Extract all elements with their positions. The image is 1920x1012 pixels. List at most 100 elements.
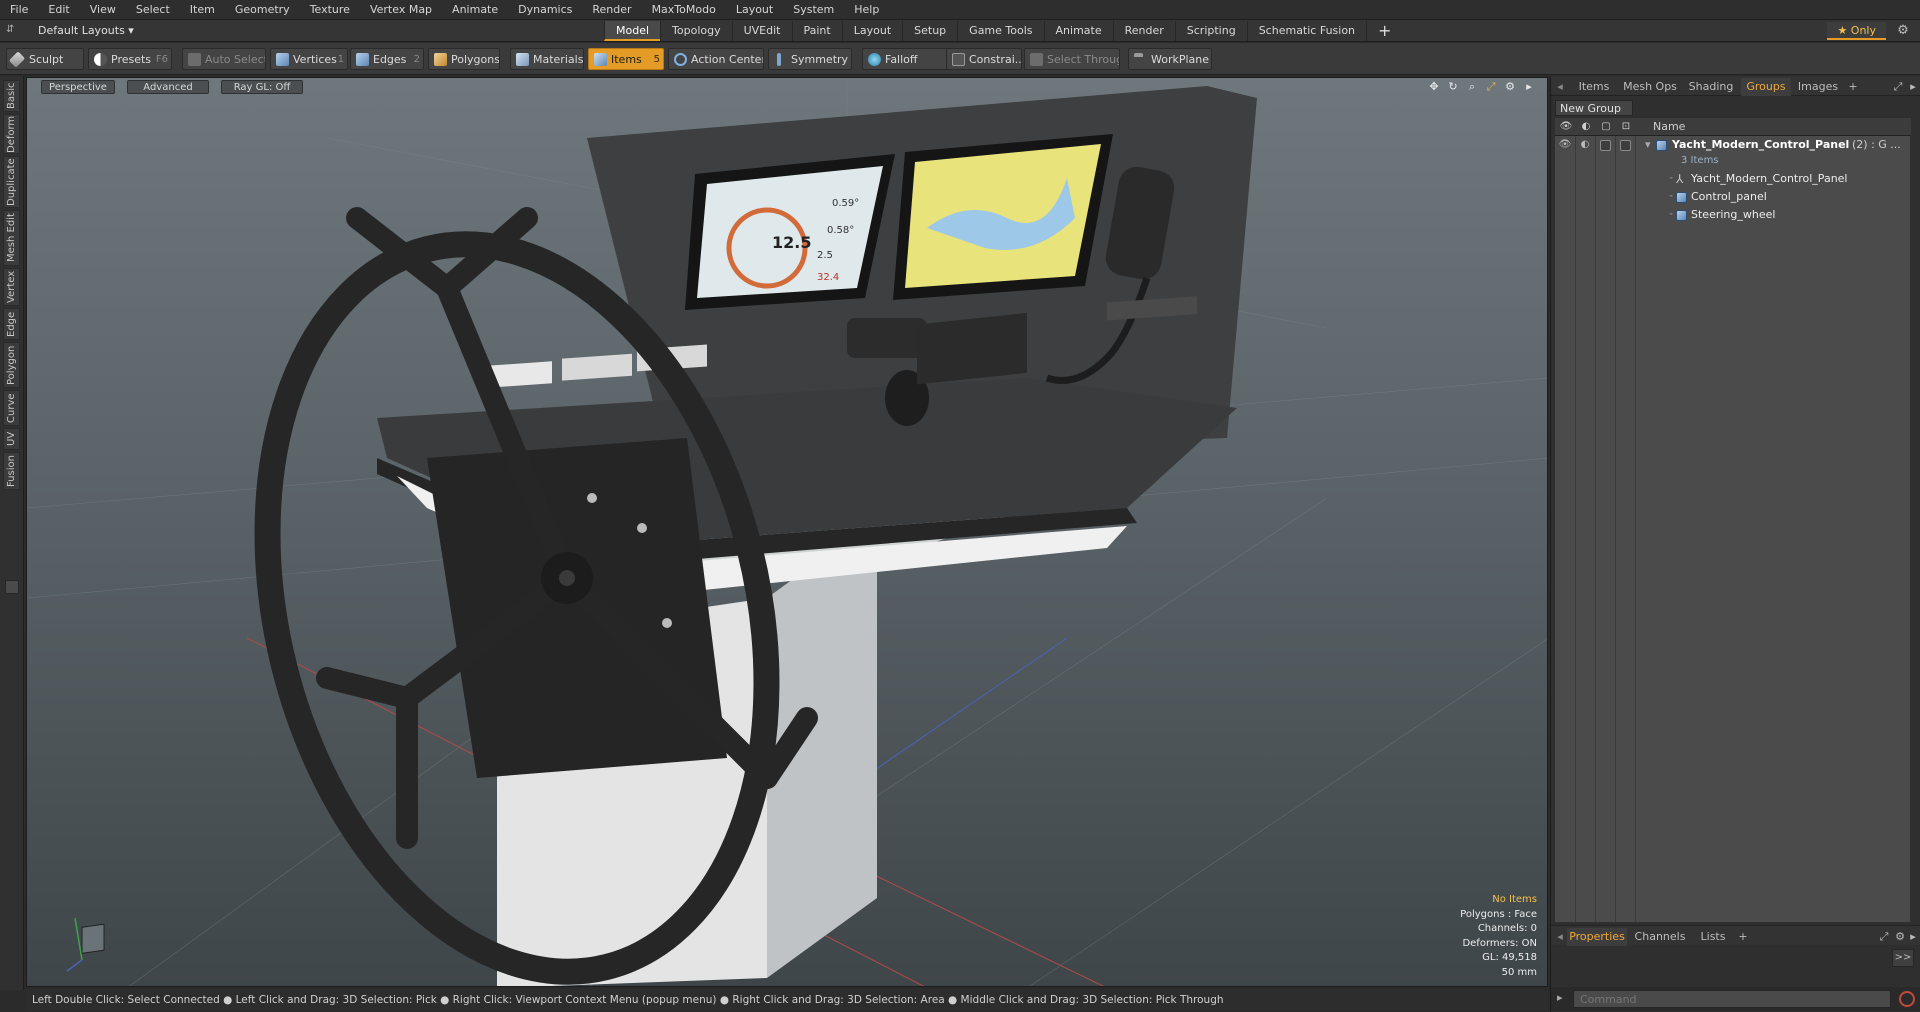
tab-schematic-fusion[interactable]: Schematic Fusion	[1246, 21, 1366, 41]
falloff-button[interactable]: Falloff	[862, 48, 948, 70]
lock-checkbox[interactable]	[1600, 140, 1611, 151]
command-history-arrow-icon[interactable]: ▸	[1557, 991, 1563, 1004]
constraints-button[interactable]: Constrai...	[946, 48, 1022, 70]
menu-item[interactable]: Item	[180, 0, 225, 20]
vertices-button[interactable]: Vertices 1	[270, 48, 348, 70]
edges-button[interactable]: Edges 2	[350, 48, 424, 70]
rotate-icon[interactable]: ↻	[1445, 80, 1461, 94]
tab-game-tools[interactable]: Game Tools	[957, 21, 1043, 41]
select-column-icon[interactable]: ⊡	[1619, 120, 1633, 134]
tab-lists[interactable]: Lists	[1693, 928, 1733, 946]
tab-groups[interactable]: Groups	[1741, 78, 1791, 96]
3d-viewport[interactable]: 0.59° 0.58° 12.5 2.5 32.4 Perspective Ad…	[26, 77, 1548, 987]
list-item[interactable]: ╶ Steering_wheel	[1555, 206, 1911, 224]
name-column-header[interactable]: Name	[1653, 118, 1685, 136]
menu-select[interactable]: Select	[126, 0, 180, 20]
vtab-mesh-edit[interactable]: Mesh Edit	[3, 210, 20, 266]
tab-paint[interactable]: Paint	[791, 21, 842, 41]
layout-dropdown[interactable]: Default Layouts ▾	[22, 22, 144, 40]
add-panel-tab-button[interactable]: +	[1845, 78, 1861, 96]
tab-model[interactable]: Model	[604, 21, 661, 41]
viewport-gear-icon[interactable]: ⚙	[1502, 80, 1518, 94]
advanced-dropdown[interactable]: Advanced	[127, 80, 209, 94]
maximize-icon[interactable]: ⤢	[1891, 78, 1905, 96]
tab-scripting[interactable]: Scripting	[1174, 21, 1247, 41]
vtab-uv[interactable]: UV	[3, 428, 20, 450]
materials-button[interactable]: Materials	[510, 48, 584, 70]
menu-dynamics[interactable]: Dynamics	[508, 0, 582, 20]
list-scrollbar[interactable]	[1910, 136, 1918, 922]
vtab-fusion[interactable]: Fusion	[3, 452, 20, 490]
select-through-button[interactable]: Select Through	[1024, 48, 1120, 70]
vtab-duplicate[interactable]: Duplicate	[3, 156, 20, 208]
vtab-curve[interactable]: Curve	[3, 390, 20, 426]
view-mode-dropdown[interactable]: Perspective	[41, 80, 115, 94]
menu-system[interactable]: System	[783, 0, 844, 20]
vtab-vertex[interactable]: Vertex	[3, 268, 20, 306]
menu-layout[interactable]: Layout	[726, 0, 783, 20]
tab-items[interactable]: Items	[1571, 78, 1617, 96]
tab-channels[interactable]: Channels	[1631, 928, 1689, 946]
panel-collapse-icon[interactable]: ◂	[1555, 78, 1565, 96]
expand-button[interactable]: >>	[1892, 949, 1914, 967]
tab-properties[interactable]: Properties	[1567, 928, 1627, 946]
menu-view[interactable]: View	[80, 0, 126, 20]
tab-layout[interactable]: Layout	[841, 21, 902, 41]
viewport-menu-arrow-icon[interactable]: ▸	[1521, 80, 1537, 94]
vtab-polygon[interactable]: Polygon	[3, 342, 20, 388]
menu-help[interactable]: Help	[844, 0, 889, 20]
properties-collapse-icon[interactable]: ◂	[1555, 928, 1565, 946]
properties-gear-icon[interactable]: ⚙	[1893, 928, 1907, 946]
list-item[interactable]: ╶ ⅄ Yacht_Modern_Control_Panel	[1555, 170, 1911, 188]
zoom-icon[interactable]: ⌕	[1464, 80, 1480, 94]
command-input[interactable]	[1573, 990, 1891, 1008]
select-checkbox[interactable]	[1620, 140, 1631, 151]
menu-texture[interactable]: Texture	[300, 0, 360, 20]
menu-render[interactable]: Render	[582, 0, 641, 20]
presets-button[interactable]: Presets F6	[88, 48, 172, 70]
ray-gl-toggle[interactable]: Ray GL: Off	[221, 80, 303, 94]
properties-maximize-icon[interactable]: ⤢	[1877, 928, 1891, 946]
items-button[interactable]: Items 5	[588, 48, 664, 70]
menu-maxtomodo[interactable]: MaxToModo	[642, 0, 726, 20]
tab-uvedit[interactable]: UVEdit	[731, 21, 792, 41]
panel-toggle-button[interactable]	[5, 580, 19, 594]
menu-file[interactable]: File	[0, 0, 38, 20]
layout-arrows-icon[interactable]: ⇵	[6, 24, 18, 36]
vtab-edge[interactable]: Edge	[3, 308, 20, 340]
action-center-button[interactable]: Action Center	[668, 48, 764, 70]
scene-render[interactable]: 0.59° 0.58° 12.5 2.5 32.4	[27, 78, 1548, 987]
menu-edit[interactable]: Edit	[38, 0, 79, 20]
vtab-basic[interactable]: Basic	[3, 80, 20, 112]
render-column-icon[interactable]: ◐	[1579, 120, 1593, 134]
new-group-button[interactable]: New Group	[1555, 100, 1633, 116]
sculpt-button[interactable]: Sculpt	[6, 48, 84, 70]
symmetry-button[interactable]: Symmetry	[768, 48, 852, 70]
add-tab-button[interactable]: +	[1366, 21, 1391, 41]
tab-images[interactable]: Images	[1793, 78, 1843, 96]
properties-menu-icon[interactable]: ▸	[1907, 928, 1919, 946]
lock-column-icon[interactable]: ▢	[1599, 120, 1613, 134]
vtab-deform[interactable]: Deform	[3, 114, 20, 154]
tab-mesh-ops[interactable]: Mesh Ops	[1619, 78, 1681, 96]
menu-vertex-map[interactable]: Vertex Map	[360, 0, 442, 20]
tab-topology[interactable]: Topology	[660, 21, 732, 41]
tab-animate[interactable]: Animate	[1043, 21, 1113, 41]
polygons-button[interactable]: Polygons	[428, 48, 500, 70]
fit-icon[interactable]: ⤢	[1483, 80, 1499, 94]
pan-icon[interactable]: ✥	[1426, 80, 1442, 94]
add-properties-tab-button[interactable]: +	[1735, 928, 1751, 946]
tab-setup[interactable]: Setup	[902, 21, 957, 41]
visibility-column-eye-icon[interactable]: 👁	[1559, 120, 1573, 134]
render-toggle-icon[interactable]: ◐	[1578, 138, 1592, 152]
list-item[interactable]: ╶ Control_panel	[1555, 188, 1911, 206]
panel-menu-icon[interactable]: ▸	[1907, 78, 1919, 96]
workplane-button[interactable]: WorkPlane	[1128, 48, 1212, 70]
tab-shading[interactable]: Shading	[1683, 78, 1739, 96]
menu-animate[interactable]: Animate	[442, 0, 508, 20]
tab-render[interactable]: Render	[1112, 21, 1175, 41]
visibility-eye-icon[interactable]: 👁	[1558, 138, 1572, 152]
gear-icon[interactable]: ⚙	[1894, 22, 1912, 40]
record-icon[interactable]	[1899, 991, 1915, 1007]
auto-select-button[interactable]: Auto Select	[182, 48, 266, 70]
